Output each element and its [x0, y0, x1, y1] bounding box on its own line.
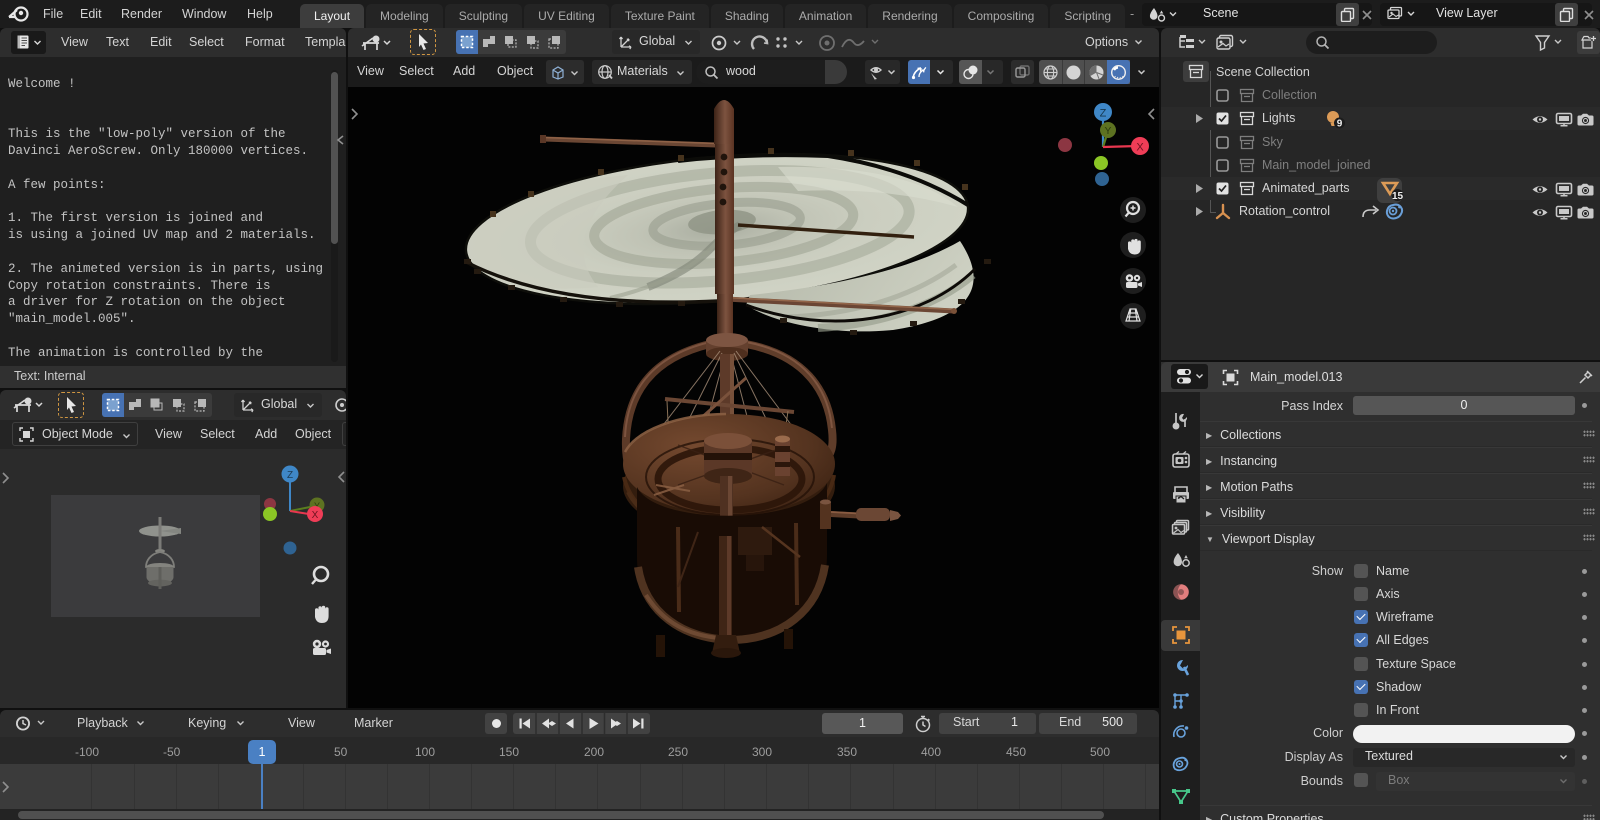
svg-text:9: 9 — [1337, 119, 1343, 130]
svg-text:X: X — [1136, 142, 1144, 154]
svg-text:Z: Z — [287, 470, 293, 481]
svg-text:Z: Z — [1100, 108, 1107, 120]
svg-text:X: X — [312, 510, 319, 521]
svg-text:Y: Y — [1105, 126, 1112, 137]
